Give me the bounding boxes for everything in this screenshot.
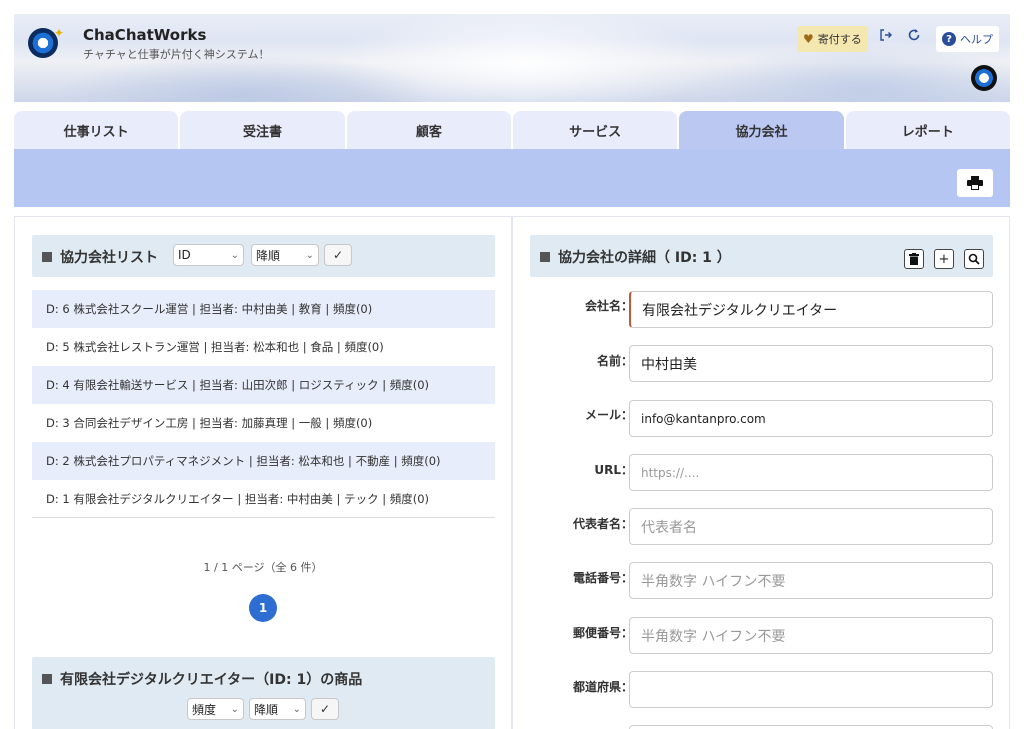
add-button[interactable]: +: [934, 249, 954, 269]
app-subtitle: チャチャと仕事が片付く神システム！: [83, 48, 270, 61]
search-button[interactable]: [964, 249, 984, 269]
user-avatar-icon[interactable]: [971, 65, 997, 91]
pagination-info: 1 / 1 ページ（全 6 件）: [203, 561, 323, 574]
print-button[interactable]: [957, 169, 993, 197]
name-field[interactable]: 中村由美: [629, 345, 993, 382]
tab-services[interactable]: サービス: [512, 111, 678, 149]
tab-customers[interactable]: 顧客: [346, 111, 511, 149]
list-item[interactable]: D: 4 有限会社輸送サービス | 担当者: 山田次郎 | ロジスティック | …: [32, 366, 495, 404]
toolbar: [14, 149, 1010, 207]
detail-title: 協力会社の詳細（ ID: 1 ）: [540, 247, 731, 267]
company-field[interactable]: 有限会社デジタルクリエイター: [629, 291, 993, 328]
sort-order-select[interactable]: 降順 ⌄: [251, 244, 319, 266]
list-item[interactable]: D: 5 株式会社レストラン運営 | 担当者: 松本和也 | 食品 | 頻度(0…: [32, 328, 495, 366]
product-sort-order-select[interactable]: 降順 ⌄: [249, 698, 306, 720]
rep-field[interactable]: 代表者名: [629, 508, 993, 545]
email-field[interactable]: info@kantanpro.com: [629, 400, 993, 437]
sort-field-select[interactable]: ID ⌄: [173, 244, 244, 266]
partner-list-header: 協力会社リスト ID ⌄ 降順 ⌄ ✓: [32, 235, 495, 277]
refresh-icon[interactable]: [907, 28, 921, 46]
url-field[interactable]: https://....: [629, 454, 993, 491]
zip-field[interactable]: 半角数字 ハイフン不要: [629, 617, 993, 654]
list-item[interactable]: D: 1 有限会社デジタルクリエイター | 担当者: 中村由美 | テック | …: [32, 480, 495, 518]
help-icon: ?: [942, 32, 956, 46]
pref-label: 都道府県：: [572, 680, 633, 694]
app-title: ChaChatWorks: [83, 26, 207, 44]
email-label: メール：: [584, 408, 633, 422]
apply-sort-button[interactable]: ✓: [324, 244, 352, 266]
rep-label: 代表者名：: [572, 517, 633, 531]
list-item[interactable]: D: 3 合同会社デザイン工房 | 担当者: 加藤真理 | 一般 | 頻度(0): [32, 404, 495, 442]
pref-field[interactable]: [629, 671, 993, 708]
tab-orders[interactable]: 受注書: [180, 111, 345, 149]
tab-jobs[interactable]: 仕事リスト: [14, 111, 179, 149]
sparkle-icon: ✦: [54, 26, 65, 40]
partner-list-panel: 協力会社リスト ID ⌄ 降順 ⌄ ✓ D: 6 株式会社スクール運営 | 担当者:…: [14, 216, 512, 729]
zip-label: 郵便番号：: [572, 626, 633, 640]
help-button[interactable]: ? ヘルプ: [936, 26, 999, 52]
chevron-down-icon: ⌄: [292, 703, 301, 715]
list-item[interactable]: D: 2 株式会社プロパティマネジメント | 担当者: 松本和也 | 不動産 |…: [32, 442, 495, 480]
url-label: URL：: [594, 463, 633, 477]
detail-header: 協力会社の詳細（ ID: 1 ） +: [530, 235, 993, 277]
products-title: 有限会社デジタルクリエイター（ID: 1）の商品: [42, 669, 362, 689]
products-header: 有限会社デジタルクリエイター（ID: 1）の商品 頻度 ⌄ 降順 ⌄ ✓: [32, 657, 495, 729]
delete-button[interactable]: [904, 249, 924, 269]
phone-label: 電話番号：: [572, 571, 633, 585]
apply-product-sort-button[interactable]: ✓: [311, 698, 339, 720]
heart-icon: ♥: [803, 32, 814, 46]
partner-list-title: 協力会社リスト: [42, 247, 158, 267]
name-label: 名前：: [596, 354, 633, 368]
product-sort-field-select[interactable]: 頻度 ⌄: [187, 698, 244, 720]
tab-reports[interactable]: レポート: [845, 111, 1010, 149]
chevron-down-icon: ⌄: [230, 703, 239, 715]
list-item[interactable]: D: 6 株式会社スクール運営 | 担当者: 中村由美 | 教育 | 頻度(0): [32, 290, 495, 328]
search-icon: [968, 253, 980, 265]
plus-icon: +: [938, 251, 950, 267]
chevron-down-icon: ⌄: [230, 249, 239, 261]
partner-list: D: 6 株式会社スクール運営 | 担当者: 中村由美 | 教育 | 頻度(0)…: [32, 290, 495, 518]
app-header: ✦ ChaChatWorks チャチャと仕事が片付く神システム！ ♥ 寄付する …: [14, 14, 1010, 102]
donate-label: 寄付する: [817, 33, 862, 46]
page-button[interactable]: 1: [249, 594, 277, 622]
company-label: 会社名：: [584, 299, 633, 313]
check-icon: ✓: [319, 702, 331, 716]
trash-icon: [909, 253, 919, 265]
logout-icon[interactable]: [879, 28, 893, 46]
donate-button[interactable]: ♥ 寄付する: [797, 26, 868, 52]
help-label: ヘルプ: [960, 33, 993, 46]
main-tabs: 仕事リスト 受注書 顧客 サービス 協力会社 レポート: [14, 111, 1010, 149]
print-icon: [967, 176, 983, 190]
phone-field[interactable]: 半角数字 ハイフン不要: [629, 562, 993, 599]
tab-partners[interactable]: 協力会社: [679, 111, 844, 149]
chevron-down-icon: ⌄: [305, 249, 314, 261]
next-field[interactable]: [629, 725, 993, 729]
partner-detail-panel: 協力会社の詳細（ ID: 1 ） + 会社名： 有限会社デジタルクリエイター 名…: [512, 216, 1010, 729]
check-icon: ✓: [332, 248, 344, 262]
